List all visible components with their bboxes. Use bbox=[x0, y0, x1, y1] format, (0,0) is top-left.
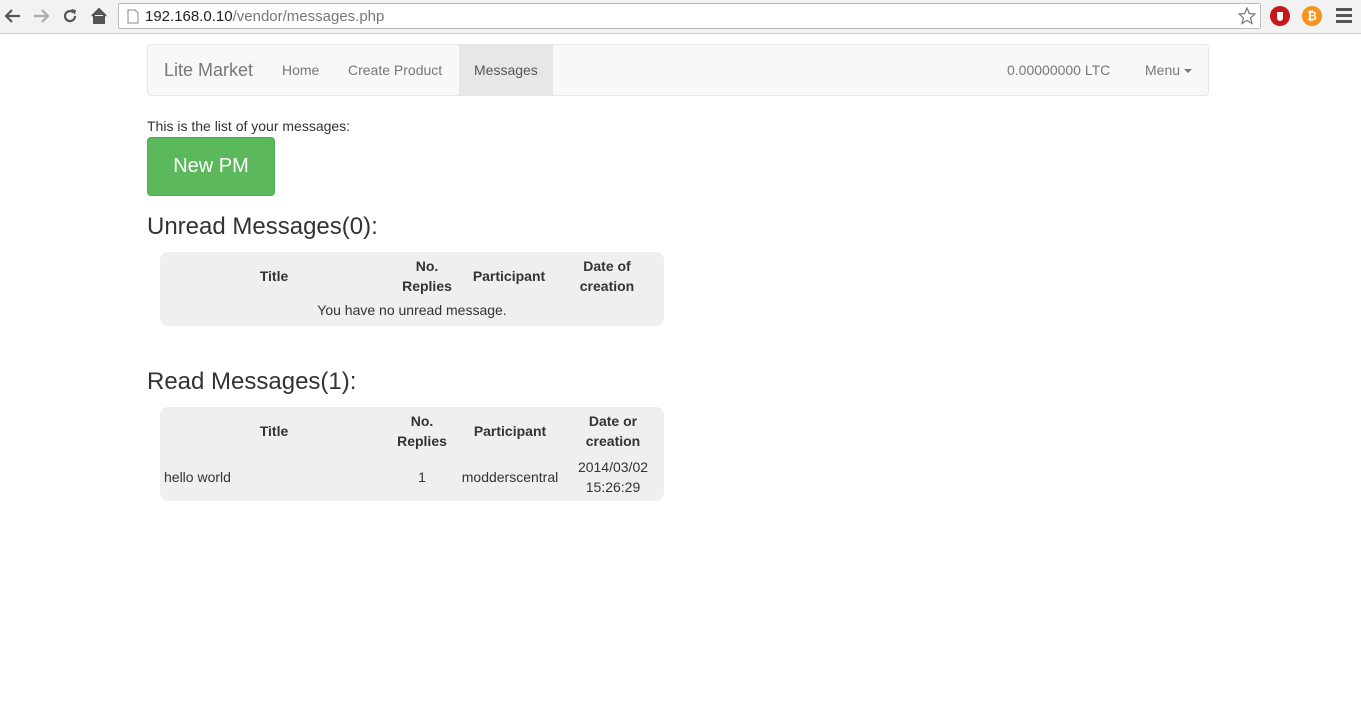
column-header-replies-line1: No. bbox=[410, 413, 434, 429]
column-header-date-line1: Date of bbox=[583, 258, 631, 274]
column-header-date-line2: creation bbox=[579, 278, 635, 294]
column-header-participant: Participant bbox=[472, 268, 546, 284]
reload-icon[interactable] bbox=[58, 5, 82, 27]
column-header-replies-line1: No. bbox=[415, 258, 439, 274]
bitcoin-extension-icon[interactable]: ₿ bbox=[1302, 6, 1322, 26]
column-header-replies-line2: Replies bbox=[402, 278, 452, 294]
url-path: /vendor/messages.php bbox=[232, 8, 385, 25]
bookmark-star-icon[interactable] bbox=[1237, 6, 1257, 28]
caret-down-icon bbox=[1184, 69, 1193, 74]
message-replies-count: 1 bbox=[418, 469, 426, 485]
message-date-line1: 2014/03/02 bbox=[577, 459, 649, 475]
menu-dropdown[interactable]: Menu bbox=[1130, 45, 1207, 95]
address-bar[interactable]: 192.168.0.10/vendor/messages.php bbox=[118, 3, 1261, 29]
unread-messages-table: Title No. Replies Participant Date of cr… bbox=[160, 252, 664, 326]
forward-arrow-icon[interactable] bbox=[29, 5, 53, 27]
url-text: 192.168.0.10/vendor/messages.php bbox=[145, 8, 384, 25]
read-messages-table: Title No. Replies Participant Date or cr… bbox=[160, 407, 664, 501]
column-header-date-line2: creation bbox=[585, 433, 641, 449]
menu-label: Menu bbox=[1145, 62, 1181, 78]
new-pm-button[interactable]: New PM bbox=[147, 137, 275, 196]
column-header-participant: Participant bbox=[473, 423, 547, 439]
column-header-date: Date of creation bbox=[568, 256, 646, 296]
column-header-replies: No. Replies bbox=[387, 411, 457, 451]
navbar: Lite Market Home Create Product Messages… bbox=[147, 44, 1209, 96]
intro-text: This is the list of your messages: bbox=[147, 118, 351, 134]
home-icon[interactable] bbox=[87, 5, 111, 27]
column-header-date-line1: Date or bbox=[588, 413, 638, 429]
browser-menu-icon[interactable] bbox=[1336, 8, 1352, 26]
column-header-replies-line2: Replies bbox=[397, 433, 447, 449]
message-date-line2: 15:26:29 bbox=[585, 479, 641, 495]
unread-messages-heading: Unread Messages(0): bbox=[147, 213, 378, 240]
nav-create-product[interactable]: Create Product bbox=[333, 45, 457, 95]
read-messages-heading: Read Messages(1): bbox=[147, 368, 357, 395]
column-header-replies: No. Replies bbox=[392, 256, 462, 296]
message-date: 2014/03/02 15:26:29 bbox=[572, 457, 654, 497]
message-title-link[interactable]: hello world bbox=[164, 467, 364, 487]
nav-messages[interactable]: Messages bbox=[459, 45, 553, 95]
url-host: 192.168.0.10 bbox=[145, 8, 233, 25]
column-header-date: Date or creation bbox=[572, 411, 654, 451]
adblock-extension-icon[interactable] bbox=[1270, 6, 1290, 26]
column-header-title: Title bbox=[259, 423, 289, 439]
empty-message-text: You have no unread message. bbox=[317, 302, 507, 318]
message-participant: modderscentral bbox=[461, 469, 559, 485]
nav-home[interactable]: Home bbox=[267, 45, 334, 95]
brand-link[interactable]: Lite Market bbox=[164, 60, 253, 81]
back-arrow-icon[interactable] bbox=[1, 5, 25, 27]
column-header-title: Title bbox=[259, 268, 289, 284]
browser-toolbar: 192.168.0.10/vendor/messages.php ₿ bbox=[0, 0, 1361, 34]
page-icon bbox=[127, 9, 139, 27]
balance-display: 0.00000000 LTC bbox=[1007, 62, 1111, 78]
